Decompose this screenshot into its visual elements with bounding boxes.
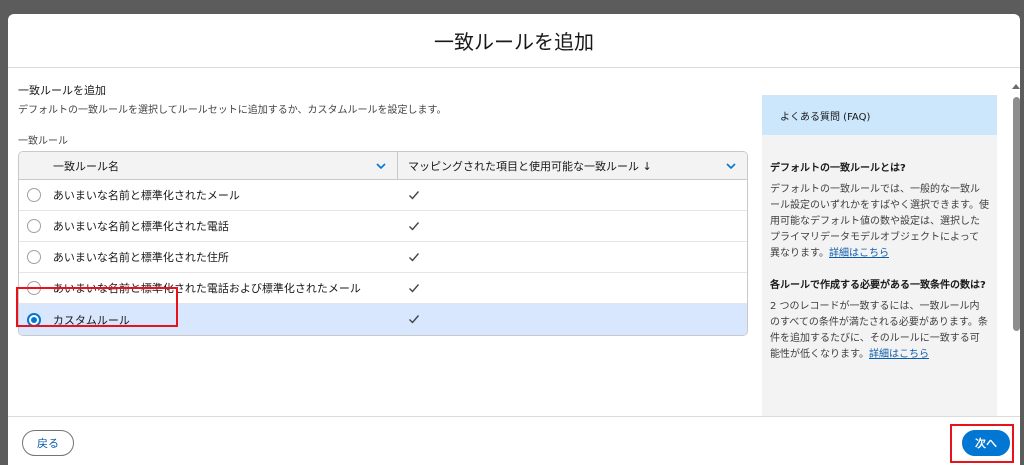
faq-question: デフォルトの一致ルールとは? <box>770 163 906 174</box>
row-radio[interactable] <box>26 250 41 264</box>
row-radio[interactable] <box>26 281 41 295</box>
rule-name: あいまいな名前と標準化された電話および標準化されたメール <box>52 282 361 295</box>
row-radio[interactable] <box>26 219 41 233</box>
table-row[interactable]: あいまいな名前と標準化された電話および標準化されたメール <box>19 273 747 304</box>
check-icon <box>408 283 419 293</box>
faq-panel: よくある質問 (FAQ) デフォルトの一致ルールとは? デフォルトの一致ルールで… <box>762 95 997 425</box>
learn-more-link[interactable]: 詳細はこちら <box>869 349 929 360</box>
column-header-label: マッピングされた項目と使用可能な一致ルール ↓ <box>408 159 652 173</box>
check-icon <box>408 315 419 324</box>
row-radio[interactable] <box>26 188 41 202</box>
scroll-thumb[interactable] <box>1012 97 1020 331</box>
modal-footer: 戻る 次へ <box>8 416 1020 465</box>
check-icon <box>408 252 419 262</box>
column-header-rule-name[interactable]: 一致ルール名 <box>19 152 398 179</box>
table-row-selected[interactable]: カスタムルール <box>19 304 747 335</box>
back-button[interactable]: 戻る <box>22 430 74 456</box>
faq-header: よくある質問 (FAQ) <box>762 95 997 135</box>
modal-title: 一致ルールを追加 <box>434 30 594 54</box>
check-icon <box>408 221 419 231</box>
table-row[interactable]: あいまいな名前と標準化された住所 <box>19 242 747 273</box>
add-match-rule-modal: 一致ルールを追加 一致ルールを追加 デフォルトの一致ルールを選択してルールセット… <box>8 14 1020 465</box>
scroll-up-arrow[interactable] <box>1012 84 1020 89</box>
column-header-mapped-fields[interactable]: マッピングされた項目と使用可能な一致ルール ↓ <box>398 152 747 179</box>
faq-content: デフォルトの一致ルールとは? デフォルトの一致ルールでは、一般的な一致ルール設定… <box>762 135 997 373</box>
section-description: デフォルトの一致ルールを選択してルールセットに追加するか、カスタムルールを設定し… <box>18 105 447 116</box>
next-button[interactable]: 次へ <box>962 430 1010 456</box>
match-rule-field-label: 一致ルール <box>18 136 68 147</box>
vertical-scrollbar[interactable] <box>1012 84 1020 424</box>
column-header-label: 一致ルール名 <box>53 159 119 173</box>
check-icon <box>408 190 419 200</box>
faq-question: 各ルールで作成する必要がある一致条件の数は? <box>770 280 986 291</box>
learn-more-link[interactable]: 詳細はこちら <box>829 248 889 259</box>
section-title: 一致ルールを追加 <box>18 84 106 97</box>
table-row[interactable]: あいまいな名前と標準化された電話 <box>19 211 747 242</box>
chevron-down-icon[interactable] <box>725 160 737 172</box>
rule-name: あいまいな名前と標準化されたメール <box>52 189 240 202</box>
match-rule-table: 一致ルール名 マッピングされた項目と使用可能な一致ルール ↓ あいまいな名前と標… <box>18 151 748 336</box>
modal-header: 一致ルールを追加 <box>8 14 1020 68</box>
faq-answer: デフォルトの一致ルールでは、一般的な一致ルール設定のいずれかをすばやく選択できま… <box>770 184 989 259</box>
rule-selection-section: 一致ルールを追加 デフォルトの一致ルールを選択してルールセットに追加するか、カス… <box>18 82 758 336</box>
rule-name: あいまいな名前と標準化された電話 <box>52 220 229 233</box>
chevron-down-icon[interactable] <box>375 160 387 172</box>
table-row[interactable]: あいまいな名前と標準化されたメール <box>19 180 747 211</box>
row-radio-selected[interactable] <box>26 312 41 327</box>
rule-name: あいまいな名前と標準化された住所 <box>52 251 229 264</box>
table-header: 一致ルール名 マッピングされた項目と使用可能な一致ルール ↓ <box>19 152 747 180</box>
faq-answer: 2 つのレコードが一致するには、一致ルール内のすべての条件が満たされる必要があり… <box>770 301 988 360</box>
rule-name: カスタムルール <box>52 313 130 327</box>
